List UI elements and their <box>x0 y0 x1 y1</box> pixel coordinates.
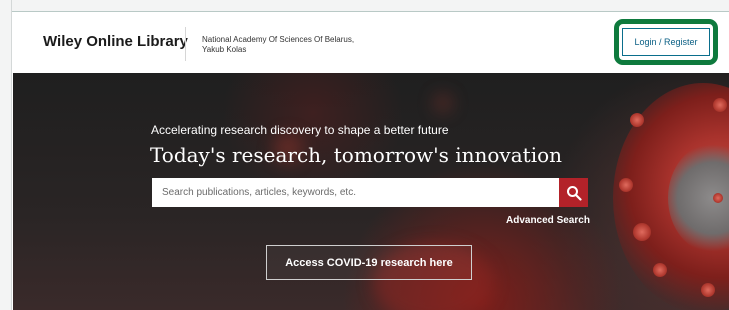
site-logo[interactable]: Wiley Online Library <box>43 33 188 50</box>
header-divider <box>185 27 186 61</box>
browser-frame-top <box>12 0 729 12</box>
search-icon <box>566 185 582 201</box>
background-particle <box>433 93 453 113</box>
covid-research-button[interactable]: Access COVID-19 research here <box>266 245 472 280</box>
virus-spike <box>713 98 727 112</box>
virus-spike <box>630 113 644 127</box>
hero-title: Today's research, tomorrow's innovation <box>150 143 563 167</box>
virus-spike <box>701 283 715 297</box>
hero-subtitle: Accelerating research discovery to shape… <box>151 123 449 137</box>
search-input[interactable] <box>152 178 559 207</box>
institution-name: National Academy Of Sciences Of Belarus,… <box>202 35 354 55</box>
institution-line-1: National Academy Of Sciences Of Belarus, <box>202 35 355 44</box>
search-button[interactable] <box>559 178 588 207</box>
virus-spike <box>633 223 651 241</box>
virus-spike <box>653 263 667 277</box>
hero-banner: Accelerating research discovery to shape… <box>13 73 729 310</box>
virus-spike <box>713 193 723 203</box>
institution-line-2: Yakub Kolas <box>202 45 247 54</box>
virus-spike <box>619 178 633 192</box>
login-register-button[interactable]: Login / Register <box>622 28 710 56</box>
browser-frame-left <box>0 0 12 310</box>
advanced-search-link[interactable]: Advanced Search <box>506 215 590 226</box>
site-header: Wiley Online Library National Academy Of… <box>13 13 729 73</box>
